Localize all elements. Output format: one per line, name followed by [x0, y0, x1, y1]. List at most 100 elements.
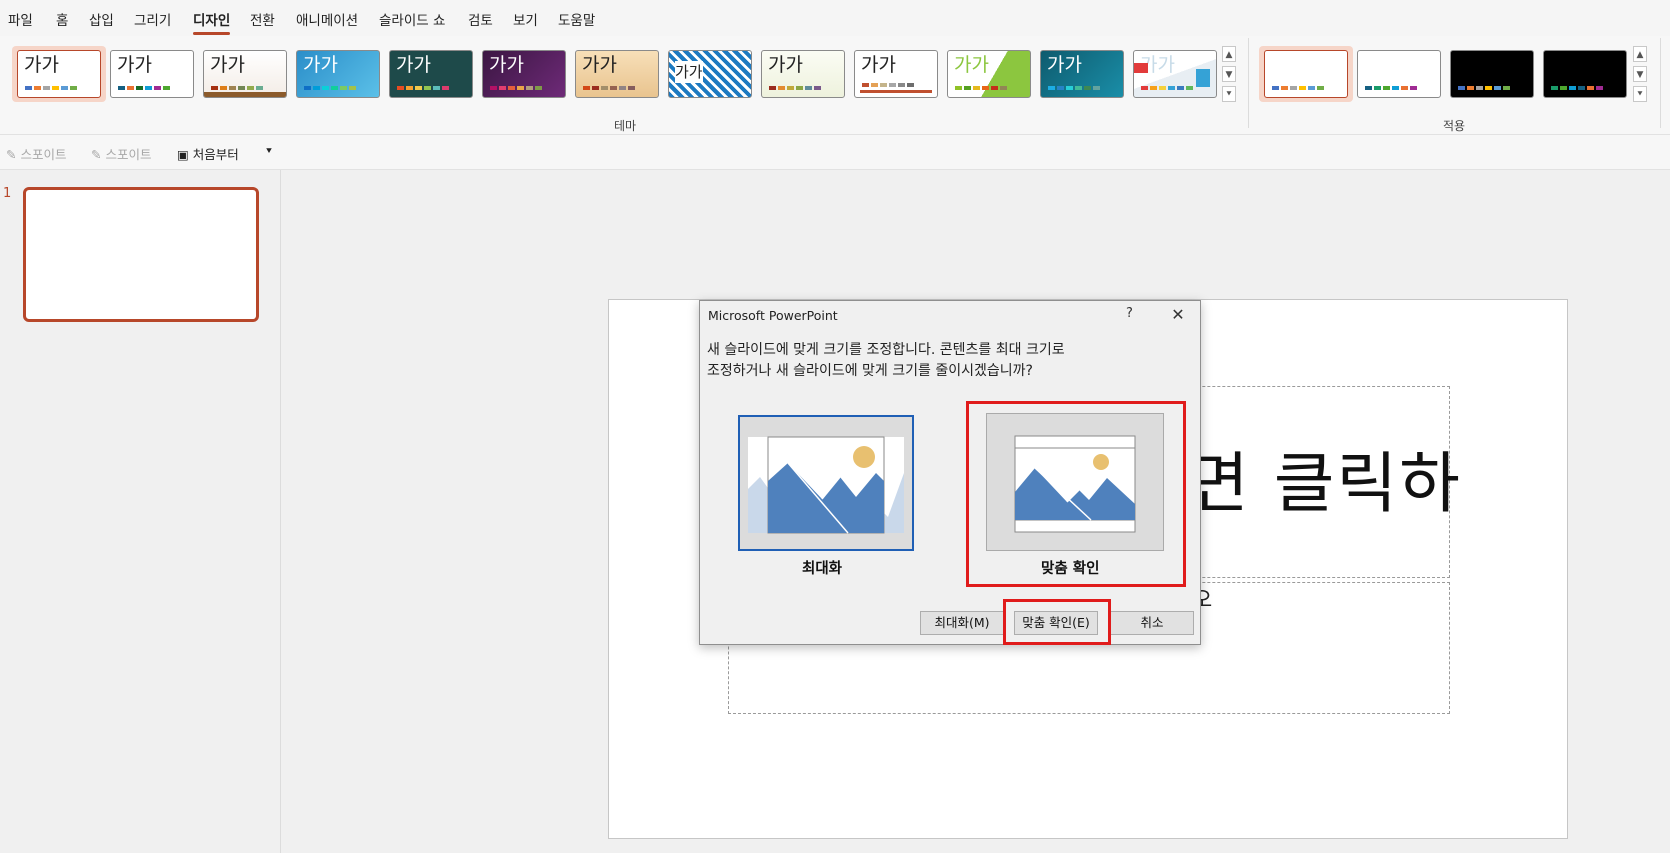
themes-group-label: 테마: [614, 119, 637, 133]
theme-integral[interactable]: 가가: [1040, 50, 1124, 98]
slide-thumbnail[interactable]: [23, 187, 259, 322]
theme-accent-shape: [1134, 63, 1148, 73]
theme-savon[interactable]: 가가: [761, 50, 845, 98]
slide-number: 1: [3, 186, 12, 201]
theme-colors: [118, 86, 170, 90]
theme-colors: [397, 86, 449, 90]
theme-ion-boardroom[interactable]: 가가: [389, 50, 473, 98]
eyedropper-label-1: 스포이트: [20, 147, 67, 162]
variant-4[interactable]: [1543, 50, 1627, 98]
variants-group-label: 적용: [1443, 119, 1466, 133]
theme-sample-text: 가가: [1047, 54, 1082, 76]
menu-bar: 파일 홈 삽입 그리기 디자인 전환 애니메이션 슬라이드 쇼 검토 보기 도움…: [0, 0, 1670, 36]
eyedropper-button-2[interactable]: ✎ 스포이트: [91, 144, 151, 163]
cancel-button[interactable]: 취소: [1110, 611, 1194, 635]
close-icon[interactable]: ✕: [1162, 302, 1194, 328]
theme-colors: [490, 86, 542, 90]
theme-band: [860, 90, 932, 93]
from-beginning-button[interactable]: ▣ 처음부터: [177, 144, 239, 163]
menu-view[interactable]: 보기: [513, 9, 538, 29]
theme-sample-text: 가가: [396, 54, 431, 76]
theme-sample-text: 가가: [582, 54, 617, 76]
quick-access-toolbar: ✎ 스포이트 ✎ 스포이트 ▣ 처음부터 ⯆: [0, 135, 1670, 170]
eyedropper-icon: ✎: [91, 147, 102, 162]
variant-1[interactable]: [1264, 50, 1348, 98]
theme-sample-text: 가가: [861, 54, 896, 76]
variant-colors: [1551, 86, 1603, 90]
theme-celestial[interactable]: 가가: [482, 50, 566, 98]
menu-file[interactable]: 파일: [8, 9, 33, 29]
ensure-fit-option-label: 맞춤 확인: [1041, 561, 1100, 577]
theme-sample-text: 가가: [117, 54, 152, 76]
menu-help[interactable]: 도움말: [558, 9, 595, 29]
theme-sample-text: 가가: [489, 54, 524, 76]
theme-ion[interactable]: 가가: [296, 50, 380, 98]
menu-animations[interactable]: 애니메이션: [296, 9, 358, 29]
ensure-fit-option[interactable]: [986, 413, 1164, 551]
variant-3[interactable]: [1450, 50, 1534, 98]
dialog-title: Microsoft PowerPoint: [708, 308, 838, 323]
theme-colors: [862, 83, 914, 87]
theme-colors: [1141, 86, 1193, 90]
ensure-fit-illustration-icon: [1014, 435, 1136, 533]
theme-colors: [955, 86, 1007, 90]
menu-home[interactable]: 홈: [56, 9, 68, 29]
from-beginning-label: 처음부터: [192, 147, 239, 162]
group-separator: [1660, 38, 1661, 128]
slideshow-start-icon: ▣: [177, 147, 189, 162]
menu-draw[interactable]: 그리기: [134, 9, 171, 29]
variants-more-button[interactable]: ⯆: [1633, 86, 1647, 102]
theme-facet[interactable]: 가가: [203, 50, 287, 98]
variants-scroll-up-button[interactable]: ▲: [1633, 46, 1647, 62]
theme-accent-shape: [1196, 69, 1210, 87]
menu-design[interactable]: 디자인: [193, 9, 231, 35]
theme-sample-text: 가가: [24, 54, 59, 76]
variant-colors: [1365, 86, 1417, 90]
theme-colors: [1048, 86, 1100, 90]
theme-colors: [25, 86, 77, 90]
menu-transitions[interactable]: 전환: [250, 9, 275, 29]
variant-colors: [1272, 86, 1324, 90]
ribbon: 가가 가가 가가 가가 가가 가가 가가 가가 가가 가가 가가 가가 가가 ▲…: [0, 36, 1670, 135]
theme-sample-text: 가가: [210, 54, 245, 76]
eyedropper-label-2: 스포이트: [105, 147, 152, 162]
variants-scroll-down-button[interactable]: ▼: [1633, 66, 1647, 82]
maximize-illustration-icon: [748, 436, 904, 534]
maximize-button[interactable]: 최대화(M): [920, 611, 1004, 635]
theme-colors: [583, 86, 635, 90]
customize-qat-dropdown-icon[interactable]: ⯆: [265, 146, 273, 157]
theme-colors: [304, 86, 356, 90]
help-button[interactable]: ?: [1126, 306, 1133, 321]
eyedropper-icon: ✎: [6, 147, 17, 162]
theme-facet-green[interactable]: 가가: [947, 50, 1031, 98]
theme-sample-text: 가가: [303, 54, 338, 76]
ensure-fit-button[interactable]: 맞춤 확인(E): [1014, 611, 1098, 635]
theme-wood-type[interactable]: 가가: [575, 50, 659, 98]
maximize-option-label: 최대화: [802, 561, 843, 577]
group-separator: [1248, 38, 1249, 128]
themes-more-button[interactable]: ⯆: [1222, 86, 1236, 102]
menu-slideshow[interactable]: 슬라이드 쇼: [379, 9, 445, 29]
eyedropper-button-1[interactable]: ✎ 스포이트: [6, 144, 66, 163]
theme-band: [204, 92, 286, 97]
theme-retrospect[interactable]: 가가: [1133, 50, 1217, 98]
dialog-message-line-2: 조정하거나 새 슬라이드에 맞게 크기를 줄이시겠습니까?: [707, 363, 1033, 379]
theme-sample-text: 가가: [954, 54, 989, 76]
theme-office-2[interactable]: 가가: [110, 50, 194, 98]
variant-2[interactable]: [1357, 50, 1441, 98]
variant-colors: [1458, 86, 1510, 90]
theme-colors: [211, 86, 263, 90]
maximize-option[interactable]: [738, 415, 914, 551]
themes-scroll-down-button[interactable]: ▼: [1222, 66, 1236, 82]
theme-colors: [769, 86, 821, 90]
theme-sample-text: 가가: [675, 61, 703, 83]
dialog-message-line-1: 새 슬라이드에 맞게 크기를 조정합니다. 콘텐츠를 최대 크기로: [707, 342, 1065, 358]
title-placeholder-text: 면 클릭하: [1188, 445, 1462, 522]
theme-pattern[interactable]: 가가: [668, 50, 752, 98]
menu-review[interactable]: 검토: [468, 9, 493, 29]
theme-office[interactable]: 가가: [17, 50, 101, 98]
theme-dividend[interactable]: 가가: [854, 50, 938, 98]
themes-scroll-up-button[interactable]: ▲: [1222, 46, 1236, 62]
theme-sample-text: 가가: [768, 54, 803, 76]
menu-insert[interactable]: 삽입: [89, 9, 114, 29]
